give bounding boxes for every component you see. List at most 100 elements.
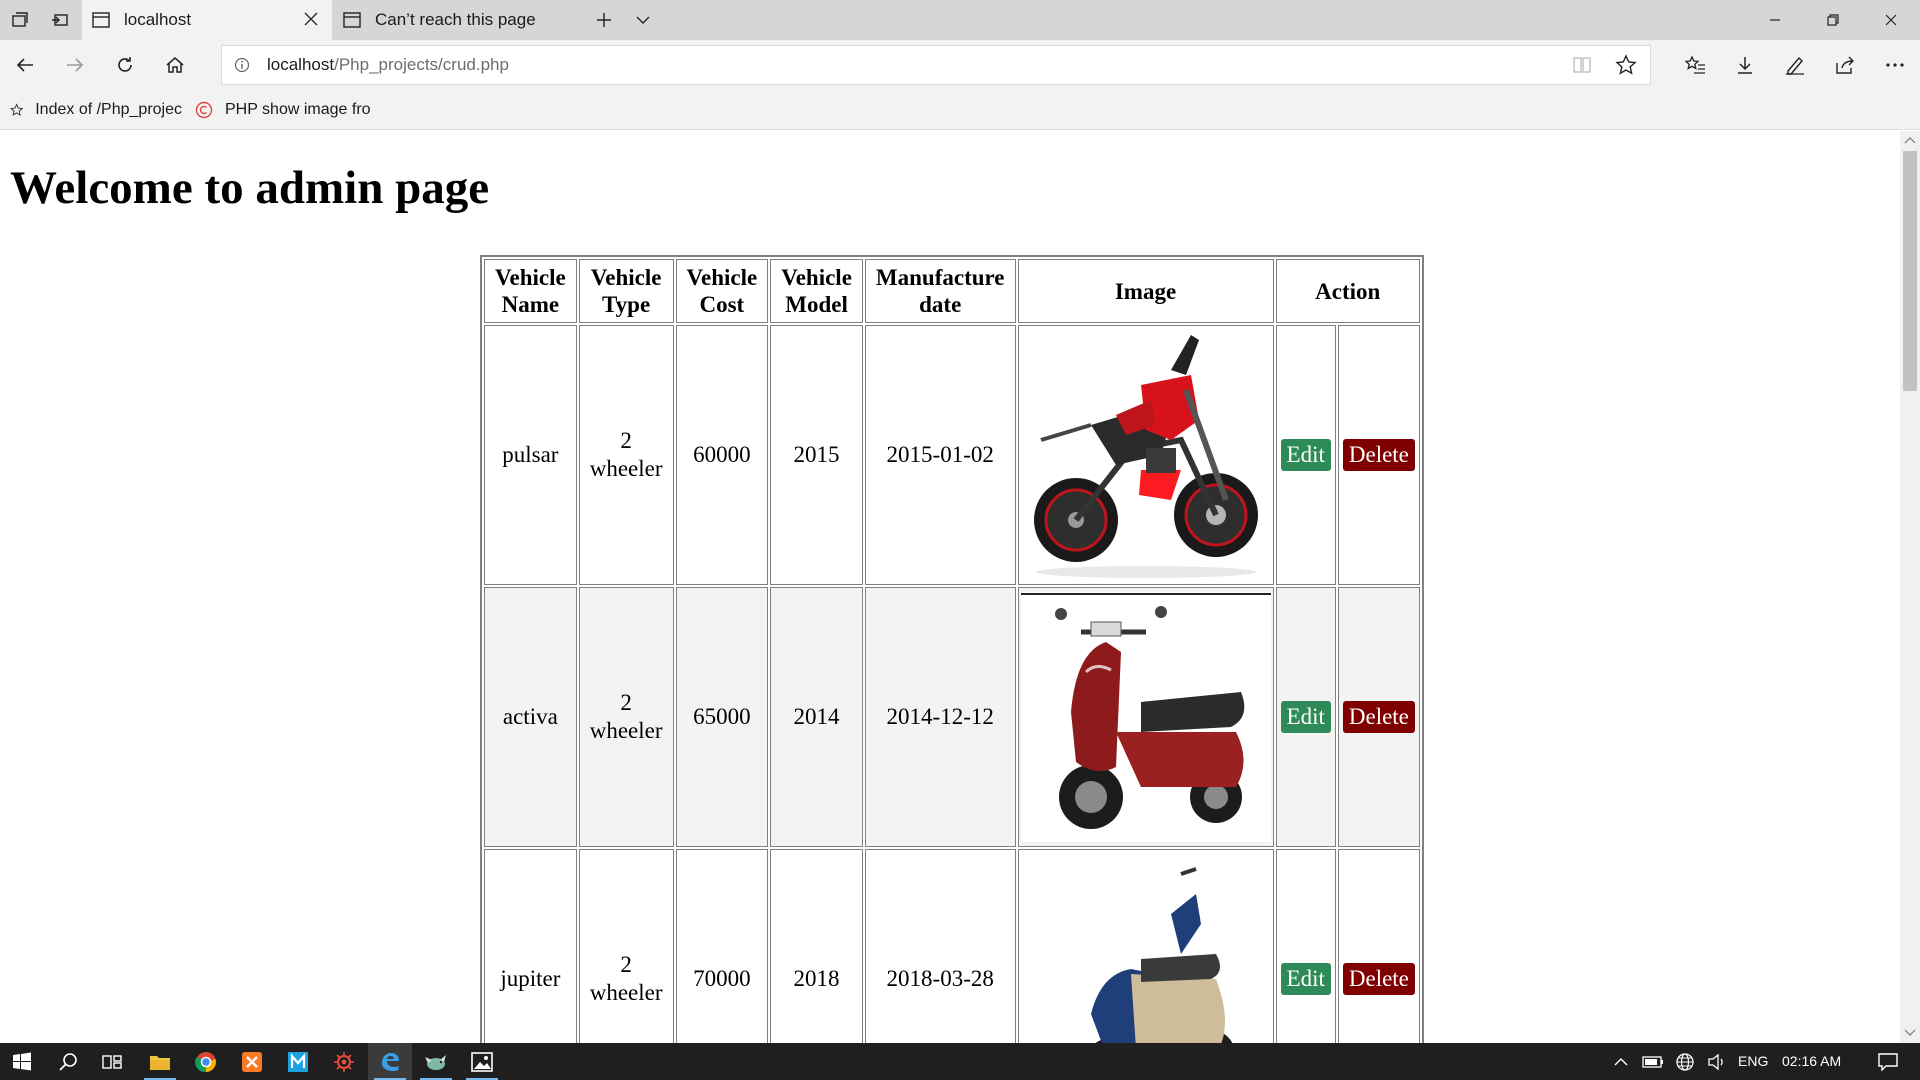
taskbar-photos[interactable] bbox=[460, 1043, 504, 1080]
favorite-star-icon[interactable] bbox=[1615, 54, 1637, 76]
favorite-index-php[interactable]: Index of /Php_projec bbox=[10, 90, 182, 130]
refresh-button[interactable] bbox=[104, 40, 146, 90]
more-dots-icon bbox=[1886, 63, 1904, 67]
search-button[interactable] bbox=[46, 1043, 90, 1080]
start-button[interactable] bbox=[0, 1043, 44, 1080]
tabs-aside-icon bbox=[52, 14, 68, 26]
taskbar-chrome[interactable] bbox=[184, 1043, 228, 1080]
taskbar-xampp[interactable] bbox=[230, 1043, 274, 1080]
close-window-button[interactable] bbox=[1868, 0, 1914, 40]
taskbar-file-explorer[interactable] bbox=[138, 1043, 182, 1080]
scroll-thumb[interactable] bbox=[1903, 151, 1917, 391]
share-button[interactable] bbox=[1824, 40, 1866, 90]
url-host: localhost bbox=[267, 55, 335, 74]
scooter-image bbox=[1020, 592, 1271, 842]
scroll-up-icon[interactable] bbox=[1904, 136, 1916, 144]
task-view-icon bbox=[102, 1054, 122, 1069]
cell-image bbox=[1017, 849, 1274, 1043]
tab-cant-reach[interactable]: Can’t reach this page bbox=[333, 0, 583, 40]
cell-vehicle-type: 2 wheeler bbox=[578, 849, 674, 1043]
cell-vehicle-type: 2 wheeler bbox=[578, 587, 674, 847]
cell-manufacture-date: 2018-03-28 bbox=[864, 849, 1016, 1043]
edit-button[interactable]: Edit bbox=[1280, 701, 1331, 733]
taskbar-bird-app[interactable] bbox=[414, 1043, 458, 1080]
action-center-button[interactable] bbox=[1864, 1043, 1912, 1080]
cell-vehicle-cost: 65000 bbox=[675, 587, 769, 847]
edit-button[interactable]: Edit bbox=[1280, 963, 1331, 995]
vertical-scrollbar[interactable] bbox=[1900, 131, 1920, 1043]
search-icon bbox=[59, 1052, 77, 1071]
tab-title: localhost bbox=[124, 10, 192, 29]
clock[interactable]: 02:16 AM bbox=[1782, 1043, 1841, 1080]
restore-button[interactable] bbox=[1810, 0, 1856, 40]
new-tab-button[interactable] bbox=[586, 0, 622, 40]
tab-title: Can’t reach this page bbox=[375, 10, 536, 29]
cell-delete: Delete bbox=[1337, 587, 1420, 847]
scroll-down-icon[interactable] bbox=[1904, 1029, 1916, 1037]
cell-vehicle-name: pulsar bbox=[484, 325, 577, 585]
settings-more-button[interactable] bbox=[1874, 40, 1916, 90]
network-indicator[interactable] bbox=[1668, 1043, 1702, 1080]
downloads-button[interactable] bbox=[1724, 40, 1766, 90]
notification-icon bbox=[1878, 1052, 1898, 1071]
page-icon bbox=[92, 12, 110, 28]
tab-preview-button[interactable] bbox=[625, 0, 661, 40]
volume-indicator[interactable] bbox=[1700, 1043, 1734, 1080]
web-note-button[interactable] bbox=[1774, 40, 1816, 90]
set-tabs-aside-button[interactable] bbox=[40, 0, 80, 40]
close-tab-icon[interactable] bbox=[302, 10, 320, 28]
share-icon bbox=[1836, 56, 1854, 74]
favorites-hub-button[interactable] bbox=[1674, 40, 1716, 90]
edit-button[interactable]: Edit bbox=[1280, 439, 1331, 471]
minimize-icon bbox=[1770, 19, 1780, 21]
taskbar-m-app[interactable] bbox=[276, 1043, 320, 1080]
cell-delete: Delete bbox=[1337, 849, 1420, 1043]
header-vehicle-type: Vehicle Type bbox=[578, 259, 674, 323]
delete-button[interactable]: Delete bbox=[1342, 439, 1415, 471]
battery-icon bbox=[1642, 1055, 1663, 1068]
url-path: /Php_projects/crud.php bbox=[334, 55, 509, 74]
task-view-button[interactable] bbox=[90, 1043, 134, 1080]
table-header-row: Vehicle Name Vehicle Type Vehicle Cost V… bbox=[484, 259, 1420, 323]
language-indicator[interactable]: ENG bbox=[1738, 1043, 1768, 1080]
globe-icon bbox=[1676, 1052, 1694, 1071]
home-button[interactable] bbox=[154, 40, 196, 90]
delete-button[interactable]: Delete bbox=[1342, 701, 1415, 733]
xampp-icon bbox=[242, 1051, 262, 1072]
taskbar-edge[interactable] bbox=[368, 1043, 412, 1080]
minimize-button[interactable] bbox=[1752, 0, 1798, 40]
cell-edit: Edit bbox=[1275, 325, 1336, 585]
cell-vehicle-name: jupiter bbox=[484, 849, 577, 1043]
restore-icon bbox=[1827, 14, 1839, 26]
page-title: Welcome to admin page bbox=[10, 162, 490, 214]
cell-vehicle-model: 2015 bbox=[770, 325, 863, 585]
header-vehicle-cost: Vehicle Cost bbox=[675, 259, 769, 323]
refresh-icon bbox=[118, 57, 132, 72]
taskbar-settings-app[interactable] bbox=[322, 1043, 366, 1080]
reading-view-icon[interactable] bbox=[1572, 56, 1592, 74]
cell-delete: Delete bbox=[1337, 325, 1420, 585]
tab-localhost[interactable]: localhost bbox=[82, 0, 332, 40]
back-button[interactable] bbox=[4, 40, 46, 90]
navigation-bar: localhost/Php_projects/crud.php bbox=[0, 40, 1920, 90]
chrome-icon bbox=[195, 1051, 216, 1072]
url-text[interactable]: localhost/Php_projects/crud.php bbox=[267, 46, 509, 84]
forward-button[interactable] bbox=[54, 40, 96, 90]
header-vehicle-model: Vehicle Model bbox=[770, 259, 863, 323]
show-hidden-icons-button[interactable] bbox=[1603, 1043, 1639, 1080]
motorcycle-image bbox=[1033, 335, 1258, 578]
info-icon[interactable] bbox=[234, 57, 250, 73]
cell-image bbox=[1017, 325, 1274, 585]
plus-icon bbox=[597, 13, 611, 27]
tab-manager-button[interactable] bbox=[0, 0, 40, 40]
file-explorer-icon bbox=[150, 1055, 170, 1070]
battery-indicator[interactable] bbox=[1636, 1043, 1670, 1080]
delete-button[interactable]: Delete bbox=[1342, 963, 1415, 995]
star-icon bbox=[10, 103, 24, 116]
arrow-left-icon bbox=[16, 58, 33, 72]
address-bar[interactable]: localhost/Php_projects/crud.php bbox=[221, 45, 1651, 85]
header-manufacture-date: Manufacture date bbox=[864, 259, 1016, 323]
favorite-php-show-image[interactable]: PHP show image fro bbox=[195, 90, 375, 130]
cell-manufacture-date: 2015-01-02 bbox=[864, 325, 1016, 585]
table-row: activa 2 wheeler 65000 2014 2014-12-12 E… bbox=[484, 587, 1420, 847]
